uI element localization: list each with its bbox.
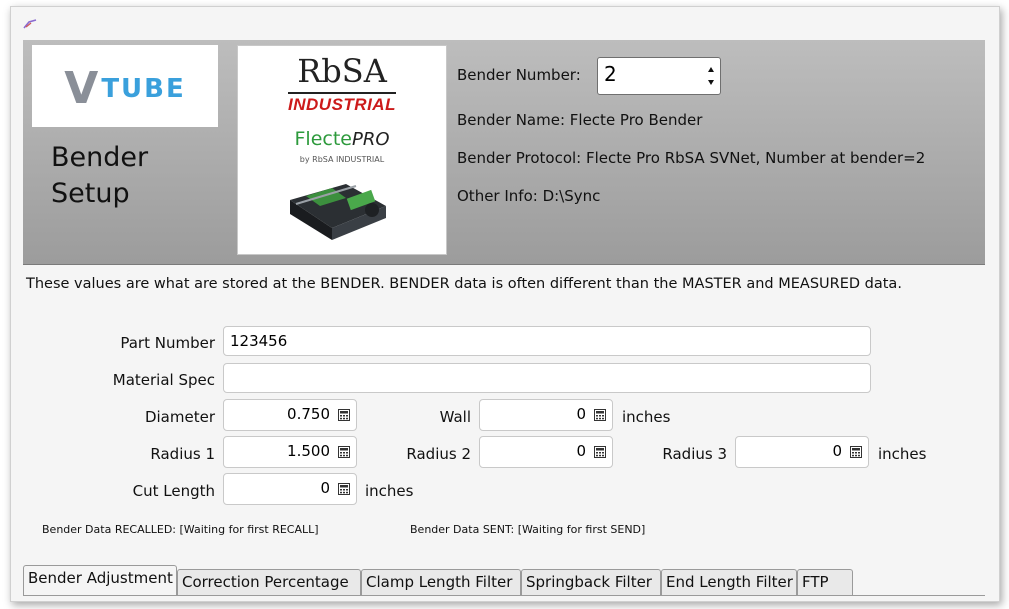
bender-number-value: 2 <box>604 62 617 86</box>
tab-bar: Bender Adjustment Correction Percentage … <box>23 565 985 596</box>
bender-number-label: Bender Number: <box>457 66 581 84</box>
calculator-icon[interactable] <box>594 409 606 421</box>
rbsa-underline <box>288 92 396 94</box>
cut-length-label: Cut Length <box>132 482 215 500</box>
description-text: These values are what are stored at the … <box>26 276 902 292</box>
tab-springback-filter[interactable]: Springback Filter <box>521 569 661 595</box>
wall-label: Wall <box>439 408 471 426</box>
flecte-text: Flecte <box>294 128 352 150</box>
bender-protocol: Bender Protocol: Flecte Pro RbSA SVNet, … <box>457 149 926 167</box>
radius-2-value: 0 <box>576 442 586 460</box>
rbsa-industrial: INDUSTRIAL <box>288 95 396 114</box>
material-spec-label: Material Spec <box>112 371 215 389</box>
part-number-value: 123456 <box>230 332 288 350</box>
recalled-status: Bender Data RECALLED: [Waiting for first… <box>42 523 319 536</box>
title-line-2: Setup <box>51 178 130 209</box>
radius-2-input[interactable]: 0 <box>479 436 613 468</box>
flecte-by-text: by RbSA INDUSTRIAL <box>299 155 385 164</box>
tab-correction-percentage[interactable]: Correction Percentage <box>177 569 361 595</box>
cut-length-value: 0 <box>320 479 330 497</box>
radius-1-value: 1.500 <box>287 442 330 460</box>
bender-number-spinner[interactable]: 2 <box>597 57 721 95</box>
diameter-input[interactable]: 0.750 <box>223 399 357 431</box>
rbsa-logo-panel: RbSA INDUSTRIAL FlectePRO by RbSA INDUST… <box>237 45 447 255</box>
radius-3-value: 0 <box>832 442 842 460</box>
tab-clamp-length-filter[interactable]: Clamp Length Filter <box>361 569 521 595</box>
spinner-arrows-icon[interactable] <box>706 64 716 88</box>
radius-3-label: Radius 3 <box>662 445 727 463</box>
flecte-pro-text: PRO <box>351 129 390 150</box>
bender-setup-window: VTUBE Bender Setup RbSA INDUSTRIAL Flect… <box>10 6 1000 602</box>
rbsa-title: RbSA <box>297 52 387 90</box>
logo-tube: TUBE <box>101 74 186 104</box>
wall-value: 0 <box>576 405 586 423</box>
part-number-label: Part Number <box>120 334 215 352</box>
radius-1-label: Radius 1 <box>150 445 215 463</box>
calculator-icon[interactable] <box>338 446 350 458</box>
radius-1-input[interactable]: 1.500 <box>223 436 357 468</box>
page-title: Bender Setup <box>51 140 148 212</box>
material-spec-input[interactable] <box>223 363 871 393</box>
app-icon <box>23 19 37 29</box>
sent-status: Bender Data SENT: [Waiting for first SEN… <box>410 523 646 536</box>
cut-length-input[interactable]: 0 <box>223 473 357 505</box>
tab-end-length-filter[interactable]: End Length Filter <box>661 569 797 595</box>
diameter-label: Diameter <box>144 408 215 426</box>
diameter-value: 0.750 <box>287 405 330 423</box>
tube-bender-machine-image <box>290 184 386 240</box>
cut-length-unit: inches <box>365 482 414 500</box>
wall-unit: inches <box>622 408 671 426</box>
calculator-icon[interactable] <box>594 446 606 458</box>
calculator-icon[interactable] <box>338 409 350 421</box>
tab-ftp[interactable]: FTP <box>797 569 853 595</box>
bender-name: Bender Name: Flecte Pro Bender <box>457 111 703 129</box>
vtube-logo: VTUBE <box>32 45 218 127</box>
radius-2-label: Radius 2 <box>406 445 471 463</box>
radius-unit: inches <box>878 445 927 463</box>
wall-input[interactable]: 0 <box>479 399 613 431</box>
tab-bender-adjustment[interactable]: Bender Adjustment <box>23 565 177 595</box>
part-number-input[interactable]: 123456 <box>223 326 871 356</box>
calculator-icon[interactable] <box>850 446 862 458</box>
title-line-1: Bender <box>51 142 149 173</box>
logo-v: V <box>64 63 102 114</box>
radius-3-input[interactable]: 0 <box>735 436 869 468</box>
calculator-icon[interactable] <box>338 483 350 495</box>
flecte-pro-logo: FlectePRO <box>238 128 446 150</box>
other-info: Other Info: D:\Sync <box>457 187 601 205</box>
